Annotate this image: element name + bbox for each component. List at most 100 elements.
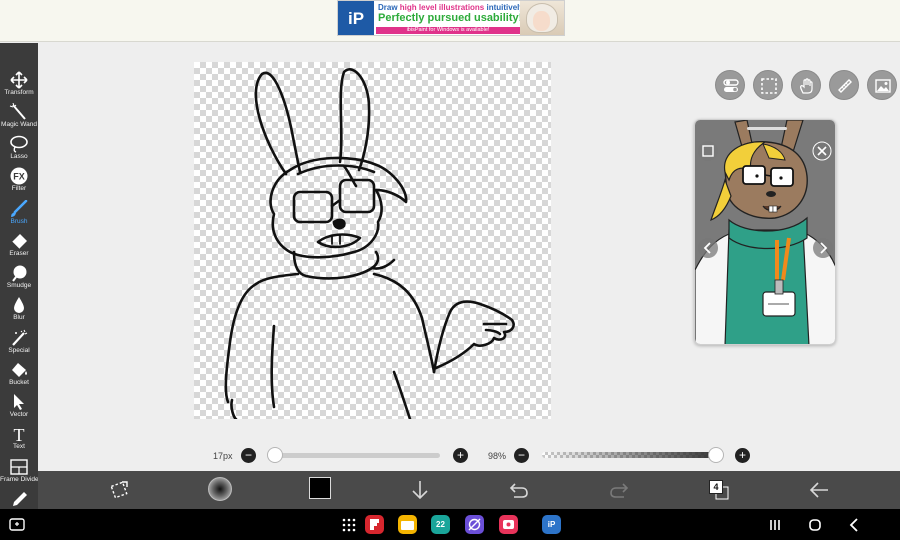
tool-filter[interactable]: FX Filter <box>0 165 38 197</box>
tool-label: Lasso <box>10 153 28 160</box>
home-icon <box>809 519 821 531</box>
transform-icon <box>10 71 28 89</box>
selection-button[interactable] <box>753 70 783 100</box>
tool-transform-button[interactable] <box>108 479 130 501</box>
ibispaint-logo: iP <box>338 1 374 35</box>
reference-window-button[interactable] <box>867 70 897 100</box>
brush-opacity-decrease-button[interactable]: − <box>514 448 529 463</box>
tool-lasso[interactable]: Lasso <box>0 133 38 165</box>
brush-size-slider-thumb[interactable] <box>267 447 284 463</box>
chevron-left-icon <box>849 518 858 532</box>
ibispaint-app-icon[interactable]: iP <box>542 515 561 534</box>
tool-label: Eraser <box>9 250 29 257</box>
sketch-drawing <box>224 68 515 419</box>
tool-bucket[interactable]: Bucket <box>0 359 38 391</box>
eyedropper-icon <box>13 492 27 506</box>
toggle-icon <box>723 79 739 92</box>
svg-text:T: T <box>14 425 25 443</box>
undo-button[interactable] <box>508 479 530 501</box>
brush-size-decrease-button[interactable]: − <box>241 448 256 463</box>
svg-text:FX: FX <box>13 172 25 182</box>
tool-eyedropper[interactable] <box>0 488 38 509</box>
ad-banner[interactable]: iP Draw high level illustrations intuiti… <box>337 0 565 36</box>
bucket-icon <box>12 363 27 377</box>
bottom-toolbar: 4 <box>38 471 900 509</box>
arrow-down-icon <box>412 481 428 500</box>
ruler-icon <box>838 79 852 93</box>
tool-brush[interactable]: Brush <box>0 198 38 230</box>
layers-button[interactable]: 4 <box>709 480 731 502</box>
brush-opacity-slider[interactable] <box>542 452 720 458</box>
ruler-button[interactable] <box>829 70 859 100</box>
recent-apps-button[interactable] <box>766 516 784 534</box>
eraser-icon <box>11 234 27 250</box>
tool-label: Blur <box>13 314 25 321</box>
tool-label: Text <box>13 443 25 450</box>
home-button[interactable] <box>806 516 824 534</box>
tool-label: Special <box>8 347 30 354</box>
tool-special[interactable]: Special <box>0 327 38 359</box>
settings-toggle-button[interactable] <box>715 70 745 100</box>
grid-icon <box>342 518 356 532</box>
brush-opacity-value: 98% <box>488 451 507 461</box>
tool-label: Smudge <box>6 282 32 289</box>
blur-icon <box>14 297 24 313</box>
tool-label: Bucket <box>9 379 29 386</box>
vector-icon <box>14 394 24 410</box>
tool-blur[interactable]: Blur <box>0 294 38 326</box>
text-icon: T <box>14 425 25 443</box>
calendar-app-icon[interactable]: 22 <box>431 515 450 534</box>
redo-button[interactable] <box>608 479 630 501</box>
brush-preview-button[interactable] <box>208 477 232 501</box>
reference-fit-button[interactable] <box>698 141 718 161</box>
arrow-left-icon <box>809 482 828 498</box>
tool-panel: Transform Magic Wand Lasso FX Filter Bru… <box>0 43 38 509</box>
frame-divider-icon <box>10 459 28 475</box>
transform-rotate-icon <box>110 481 128 499</box>
tool-label: Frame Divider <box>0 476 38 483</box>
close-icon <box>812 141 832 161</box>
lasso-icon <box>10 135 28 153</box>
chevron-right-icon <box>820 242 828 254</box>
tool-label: Filter <box>11 185 27 192</box>
layer-count: 4 <box>709 480 723 494</box>
undo-icon <box>509 483 528 498</box>
tool-text[interactable]: T Text <box>0 423 38 455</box>
internet-app-icon[interactable] <box>465 515 484 534</box>
tool-frame-divider[interactable]: Frame Divider <box>0 456 38 488</box>
brush-size-increase-button[interactable]: + <box>453 448 468 463</box>
back-button[interactable] <box>808 479 830 501</box>
image-icon <box>875 79 891 93</box>
flipboard-app-icon[interactable] <box>365 515 384 534</box>
tool-magic-wand[interactable]: Magic Wand <box>0 101 38 133</box>
ad-headline: Draw high level illustrations intuitivel… <box>378 3 527 12</box>
ad-tagline: Perfectly pursued usability! <box>378 12 523 24</box>
reference-close-button[interactable] <box>812 141 832 161</box>
hand-icon <box>800 78 813 94</box>
system-back-button[interactable] <box>846 516 864 534</box>
selection-icon <box>761 78 777 94</box>
reference-prev-button[interactable] <box>698 238 718 258</box>
smudge-icon <box>12 265 27 282</box>
filter-icon: FX <box>10 167 28 185</box>
reference-next-button[interactable] <box>813 238 833 258</box>
redo-icon <box>610 483 629 498</box>
hand-tool-button[interactable] <box>791 70 821 100</box>
tool-transform[interactable]: Transform <box>0 69 38 101</box>
brush-size-slider[interactable] <box>270 453 440 458</box>
recents-icon <box>770 520 780 530</box>
reference-window[interactable] <box>694 119 836 345</box>
magic-wand-icon <box>9 103 26 120</box>
color-swatch-button[interactable] <box>309 477 331 499</box>
screen-recorder-app-icon[interactable] <box>499 515 518 534</box>
tool-eraser[interactable]: Eraser <box>0 230 38 262</box>
brush-opacity-increase-button[interactable]: + <box>735 448 750 463</box>
tool-vector[interactable]: Vector <box>0 391 38 423</box>
save-download-button[interactable] <box>409 479 431 501</box>
tool-label: Transform <box>4 89 34 96</box>
screen-record-status-button[interactable] <box>8 516 26 534</box>
app-drawer-button[interactable] <box>340 516 358 534</box>
drawing-canvas[interactable] <box>194 62 551 419</box>
files-app-icon[interactable] <box>398 515 417 534</box>
tool-smudge[interactable]: Smudge <box>0 262 38 294</box>
